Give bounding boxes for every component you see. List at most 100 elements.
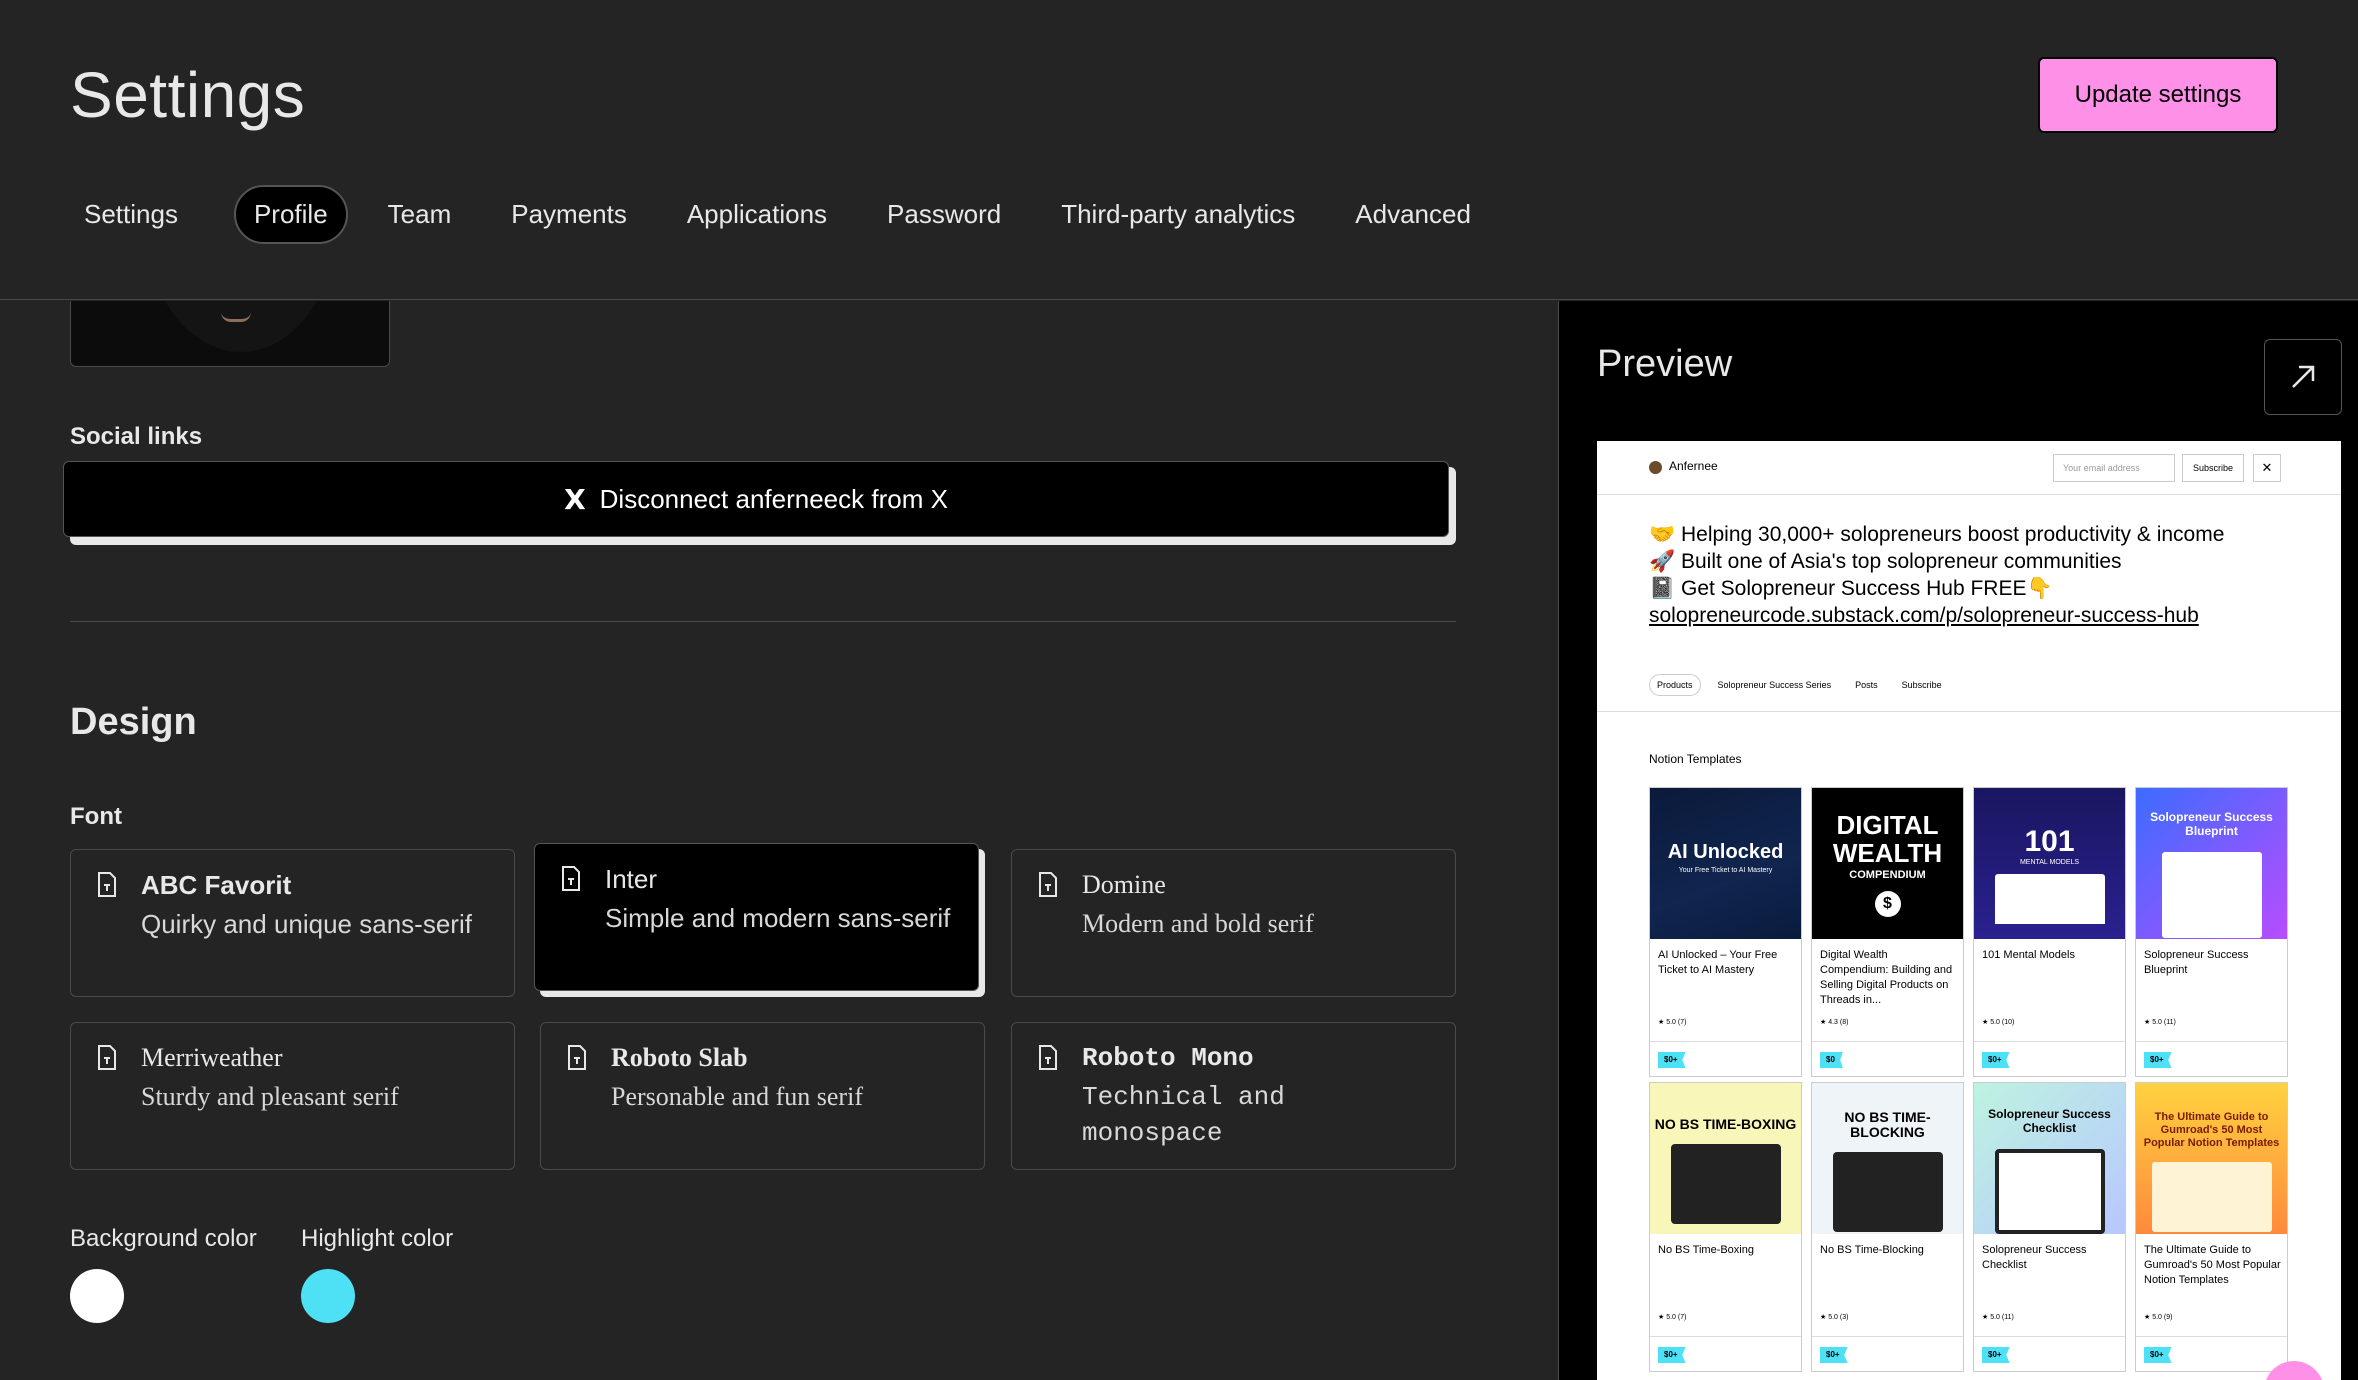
font-option-roboto-slab[interactable]: Roboto Slab Personable and fun serif (540, 1022, 985, 1170)
creator-name[interactable]: Anfernee (1669, 459, 1718, 473)
product-card[interactable]: Solopreneur Success Blueprint Solopreneu… (2135, 787, 2288, 1077)
preview-panel: Preview Anfernee Your email address Subs… (1558, 301, 2358, 1380)
tab-third-party-analytics[interactable]: Third-party analytics (1047, 185, 1309, 244)
disconnect-x-button[interactable]: X Disconnect anferneeck from X (63, 461, 1449, 537)
product-thumbnail: Solopreneur Success Blueprint (2136, 788, 2287, 939)
product-card[interactable]: 101 MENTAL MODELS 101 Mental Models ★ 5.… (1973, 787, 2126, 1077)
tab-team[interactable]: Team (374, 185, 466, 244)
document-icon (1039, 872, 1057, 897)
font-option-domine[interactable]: Domine Modern and bold serif (1011, 849, 1456, 997)
settings-header: Settings Update settings Settings Profil… (0, 0, 2358, 300)
product-title: Solopreneur Success Checklist (1982, 1244, 2087, 1271)
font-name: Roboto Mono (1082, 1043, 1254, 1073)
document-icon (562, 866, 580, 891)
product-title: AI Unlocked – Your Free Ticket to AI Mas… (1658, 949, 1778, 976)
preview-nav: Anfernee Your email address Subscribe ✕ (1597, 441, 2341, 495)
arrow-up-right-icon (2292, 365, 2315, 388)
tab-profile[interactable]: Profile (233, 185, 348, 244)
product-thumbnail: 101 MENTAL MODELS (1974, 788, 2125, 939)
tab-payments[interactable]: Payments (497, 185, 641, 244)
product-title: Solopreneur Success Blueprint (2144, 949, 2249, 976)
price-tag: $0+ (2144, 1052, 2172, 1068)
product-card[interactable]: Solopreneur Success Checklist Solopreneu… (1973, 1082, 2126, 1372)
document-icon (98, 872, 116, 897)
price-tag: $0 (1820, 1052, 1843, 1068)
card-divider (1812, 1336, 1963, 1337)
product-card[interactable]: AI Unlocked Your Free Ticket to AI Maste… (1649, 787, 1802, 1077)
product-card[interactable]: DIGITAL WEALTH COMPENDIUM $ Digital Weal… (1811, 787, 1964, 1077)
product-card[interactable]: NO BS TIME-BLOCKING No BS Time-Blocking … (1811, 1082, 1964, 1372)
thumb-title: Solopreneur Success Checklist (1988, 1107, 2111, 1135)
highlight-color-swatch[interactable] (301, 1269, 355, 1323)
thumb-title: NO BS TIME-BOXING (1654, 1116, 1797, 1132)
font-description: Simple and modern sans-serif (605, 903, 951, 933)
document-icon (98, 1045, 116, 1070)
font-name: Roboto Slab (611, 1043, 748, 1072)
product-rating: ★ 5.0 (11) (1982, 1314, 2014, 1321)
tab-password[interactable]: Password (873, 185, 1015, 244)
product-title: 101 Mental Models (1982, 949, 2075, 961)
product-rating: ★ 5.0 (7) (1658, 1314, 1687, 1321)
font-description: Personable and fun serif (611, 1082, 863, 1111)
product-rating: ★ 5.0 (10) (1982, 1019, 2015, 1026)
price-tag: $0+ (1982, 1052, 2010, 1068)
font-name: Merriweather (141, 1043, 283, 1072)
preview-tab-posts[interactable]: Posts (1848, 675, 1885, 695)
card-divider (1650, 1336, 1801, 1337)
thumb-title: The Ultimate Guide to Gumroad's 50 Most … (2143, 1111, 2280, 1149)
background-color-swatch[interactable] (70, 1269, 124, 1323)
subscribe-button[interactable]: Subscribe (2182, 454, 2244, 482)
bio-line: 📓 Get Solopreneur Success Hub FREE👇 (1649, 577, 2053, 600)
product-thumbnail: Solopreneur Success Checklist (1974, 1083, 2125, 1234)
creator-bio: 🤝 Helping 30,000+ solopreneurs boost pro… (1649, 521, 2309, 629)
section-divider (70, 621, 1456, 622)
product-rating: ★ 5.0 (3) (1820, 1314, 1849, 1321)
page-title: Settings (70, 59, 306, 131)
font-name: Inter (605, 864, 658, 894)
font-description: Technical and monospace (1082, 1082, 1285, 1148)
card-divider (1974, 1041, 2125, 1042)
thumb-title: 101 (2024, 825, 2075, 858)
product-rating: ★ 4.3 (8) (1820, 1019, 1849, 1026)
tab-applications[interactable]: Applications (673, 185, 841, 244)
email-input[interactable]: Your email address (2053, 454, 2175, 482)
preview-tab-products[interactable]: Products (1649, 674, 1701, 696)
font-option-merriweather[interactable]: Merriweather Sturdy and pleasant serif (70, 1022, 515, 1170)
preview-tab-series[interactable]: Solopreneur Success Series (1711, 675, 1839, 695)
product-card[interactable]: NO BS TIME-BOXING No BS Time-Boxing ★ 5.… (1649, 1082, 1802, 1372)
product-card[interactable]: The Ultimate Guide to Gumroad's 50 Most … (2135, 1082, 2288, 1372)
product-thumbnail: The Ultimate Guide to Gumroad's 50 Most … (2136, 1083, 2287, 1234)
open-preview-button[interactable] (2264, 339, 2342, 415)
preview-tabs: Products Solopreneur Success Series Post… (1649, 674, 1959, 696)
preview-divider (1597, 711, 2341, 712)
card-divider (1974, 1336, 2125, 1337)
font-option-roboto-mono[interactable]: Roboto Mono Technical and monospace (1011, 1022, 1456, 1170)
card-divider (1812, 1041, 1963, 1042)
product-thumbnail: DIGITAL WEALTH COMPENDIUM $ (1812, 788, 1963, 939)
thumb-subtitle: COMPENDIUM (1849, 868, 1926, 881)
card-divider (1650, 1041, 1801, 1042)
font-description: Sturdy and pleasant serif (141, 1082, 399, 1111)
thumb-title: DIGITAL WEALTH (1832, 809, 1943, 868)
product-title: Digital Wealth Compendium: Building and … (1820, 949, 1953, 1006)
avatar[interactable] (70, 301, 390, 367)
price-tag: $0+ (1658, 1347, 1686, 1363)
device-mockup (1670, 1144, 1781, 1224)
card-divider (2136, 1041, 2287, 1042)
close-icon[interactable]: ✕ (2253, 454, 2281, 482)
preview-title: Preview (1597, 343, 1733, 385)
update-settings-button[interactable]: Update settings (2038, 57, 2278, 133)
document-icon (568, 1045, 586, 1070)
bio-link[interactable]: solopreneurcode.substack.com/p/soloprene… (1649, 604, 2199, 627)
tab-advanced[interactable]: Advanced (1341, 185, 1485, 244)
price-tag: $0+ (2144, 1347, 2172, 1363)
tab-settings[interactable]: Settings (70, 185, 192, 244)
product-rating: ★ 5.0 (9) (2144, 1314, 2173, 1321)
product-rating: ★ 5.0 (7) (1658, 1019, 1687, 1026)
product-title: The Ultimate Guide to Gumroad's 50 Most … (2144, 1244, 2281, 1286)
product-title: No BS Time-Blocking (1820, 1244, 1924, 1256)
preview-tab-subscribe[interactable]: Subscribe (1895, 675, 1949, 695)
font-option-inter[interactable]: Inter Simple and modern sans-serif (534, 843, 979, 991)
thumb-title: AI Unlocked (1667, 841, 1784, 863)
font-option-abc-favorit[interactable]: ABC Favorit Quirky and unique sans-serif (70, 849, 515, 997)
